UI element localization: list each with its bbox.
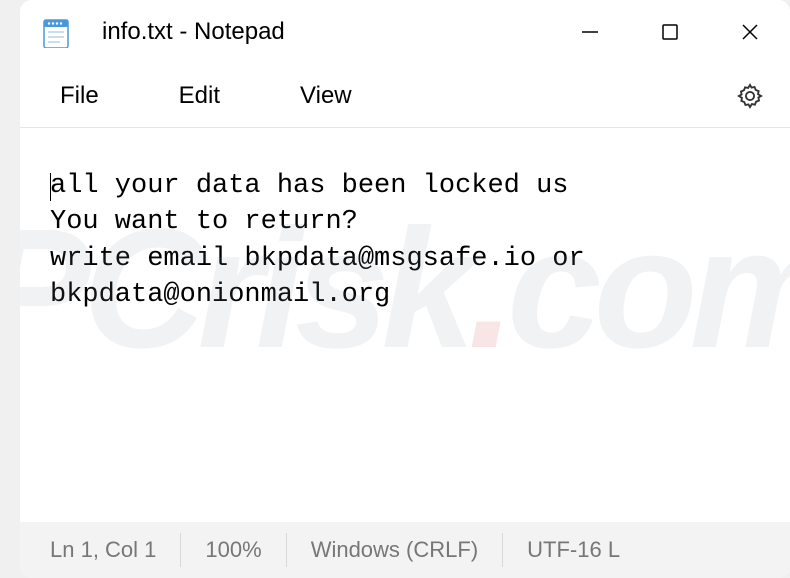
gear-icon [736, 82, 764, 110]
status-encoding: UTF-16 L [503, 533, 644, 567]
window-controls [550, 0, 790, 64]
menu-edit[interactable]: Edit [159, 74, 240, 118]
text-editor[interactable]: all your data has been locked us You wan… [20, 128, 790, 488]
maximize-button[interactable] [630, 0, 710, 64]
notepad-window: info.txt - Notepad File Edit Vi [20, 0, 790, 578]
close-button[interactable] [710, 0, 790, 64]
status-zoom[interactable]: 100% [181, 533, 286, 567]
settings-button[interactable] [730, 76, 770, 116]
editor-content: all your data has been locked us You wan… [50, 171, 601, 310]
menu-view[interactable]: View [280, 74, 372, 118]
statusbar: Ln 1, Col 1 100% Windows (CRLF) UTF-16 L [20, 522, 790, 578]
close-icon [741, 23, 759, 41]
minimize-icon [581, 23, 599, 41]
status-line-ending: Windows (CRLF) [287, 533, 503, 567]
maximize-icon [662, 24, 678, 40]
status-position: Ln 1, Col 1 [50, 533, 181, 567]
titlebar: info.txt - Notepad [20, 0, 790, 64]
menu-file[interactable]: File [40, 74, 119, 118]
notepad-icon [40, 16, 72, 48]
window-title: info.txt - Notepad [102, 18, 550, 46]
minimize-button[interactable] [550, 0, 630, 64]
menubar: File Edit View [20, 64, 790, 128]
